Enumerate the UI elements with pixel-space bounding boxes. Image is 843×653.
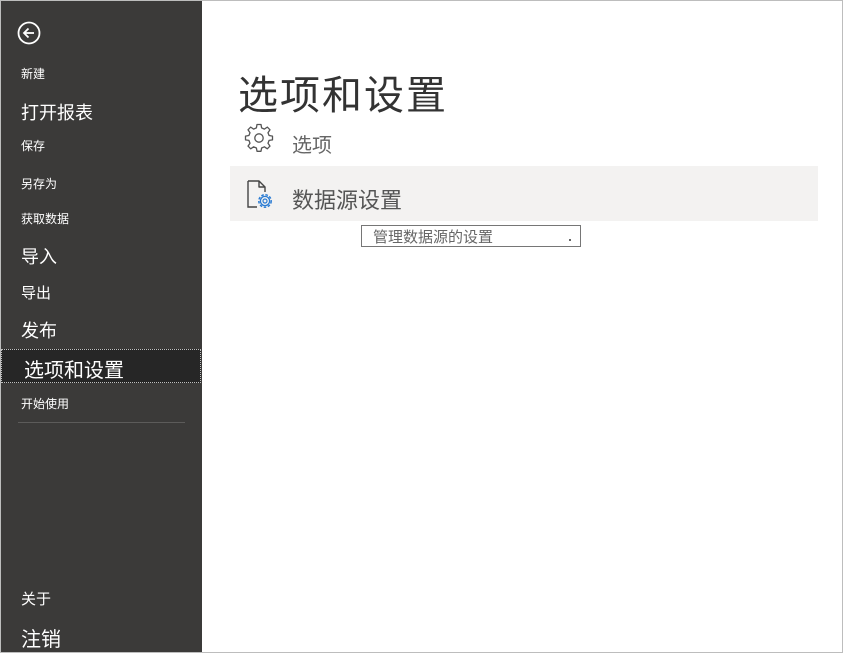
options-item[interactable]: 选项 [230, 119, 818, 163]
gear-icon [244, 123, 274, 157]
sidebar-item-open-report[interactable]: 打开报表 [1, 103, 201, 125]
sidebar-item-import[interactable]: 导入 [1, 247, 201, 269]
sidebar-item-about[interactable]: 关于 [1, 590, 201, 608]
options-label: 选项 [292, 133, 332, 157]
sidebar-item-options-and-settings[interactable]: 选项和设置 [1, 349, 201, 383]
sidebar-item-getting-started[interactable]: 开始使用 [1, 397, 201, 411]
app-window: 新建 打开报表 保存 另存为 获取数据 导入 导出 发布 选项和设置 开始使用 … [0, 0, 843, 653]
sidebar: 新建 打开报表 保存 另存为 获取数据 导入 导出 发布 选项和设置 开始使用 … [1, 1, 202, 652]
page-title: 选项和设置 [238, 73, 448, 119]
tooltip: 管理数据源的设置 [361, 225, 581, 247]
sidebar-item-new[interactable]: 新建 [1, 67, 201, 81]
back-arrow-icon [17, 21, 41, 45]
tooltip-text: 管理数据源的设置 [373, 228, 494, 246]
sidebar-divider [18, 422, 185, 423]
sidebar-item-sign-out[interactable]: 注销 [1, 627, 201, 651]
back-button[interactable] [16, 20, 42, 46]
data-source-settings-label: 数据源设置 [292, 189, 403, 214]
main-content: 选项和设置 选项 数据源设置 管理数据源的设置 [202, 1, 842, 652]
sidebar-item-publish[interactable]: 发布 [1, 321, 201, 343]
sidebar-item-get-data[interactable]: 获取数据 [1, 212, 201, 226]
sidebar-item-save-as[interactable]: 另存为 [1, 177, 201, 191]
tooltip-dot [569, 239, 571, 241]
sidebar-item-save[interactable]: 保存 [1, 139, 201, 153]
sidebar-item-export[interactable]: 导出 [1, 284, 201, 302]
data-source-settings-item[interactable]: 数据源设置 [230, 166, 818, 221]
data-source-settings-icon [244, 179, 276, 215]
